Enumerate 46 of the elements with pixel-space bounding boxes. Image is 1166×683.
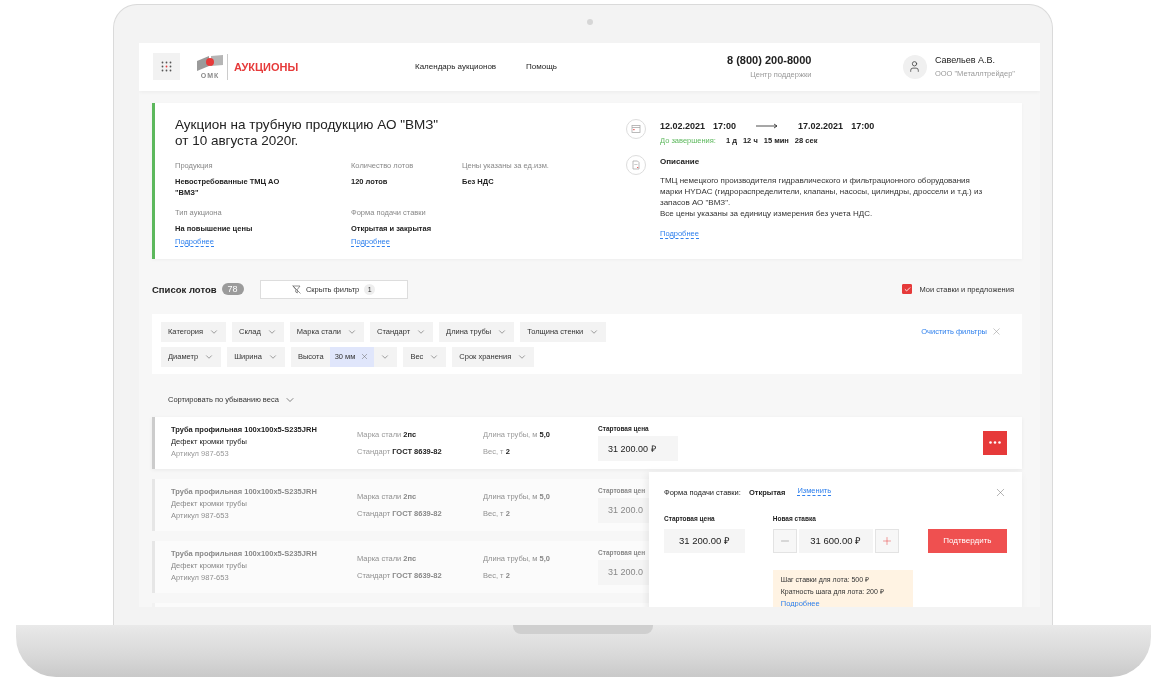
chevron-down-icon [267,352,278,362]
start-price: 31 200.00 ₽ [598,436,678,461]
chevron-down-icon [347,327,357,337]
camera-icon [586,19,593,25]
chevron-down-icon [266,327,277,337]
lots-count: 78 [221,283,244,296]
close-icon [991,326,1002,338]
more-button[interactable] [983,431,1007,455]
increase-button[interactable] [874,529,899,553]
chevron-down-icon [517,352,528,362]
nav-link[interactable]: Помощь [526,62,557,72]
chevron-down-icon [589,327,600,337]
user-icon [908,60,922,74]
new-bid-field[interactable]: 31 600.00 ₽ [798,529,873,553]
end-date: 17.02.2021 [798,121,844,131]
chevron-down-icon [429,352,440,362]
description-title: Описание [660,157,701,166]
menu-icon [161,61,172,73]
arrow-right-icon [756,123,779,129]
end-time: 17:00 [851,121,875,131]
chevron-down-icon [416,327,427,337]
chevron-down-icon [497,327,508,337]
avatar[interactable] [902,55,927,79]
close-icon[interactable] [360,352,370,362]
start-time: 17:00 [713,121,737,131]
auction-title: Аукцион на трубную продукцию АО "ВМЗ" от 10 августа 2020г. [175,117,440,149]
chevron-down-icon [209,327,220,337]
menu-button[interactable] [153,53,180,81]
phone-number: 8 (800) 200-8000 [727,54,812,67]
start-date: 12.02.2021 [660,121,706,131]
close-icon[interactable] [994,486,1007,499]
lots-title: Список лотов [152,284,217,295]
nav-link[interactable]: Календарь аукционов [415,62,497,72]
more-icon [989,441,1001,445]
checkbox[interactable] [902,284,913,295]
logo-icon [195,55,225,72]
start-price: 31 200.00 ₽ [664,529,745,553]
confirm-button[interactable]: Подтвердить [927,529,1007,553]
decrease-button[interactable] [772,529,797,553]
chevron-down-icon [204,352,215,362]
description-text: ТМЦ немецкого производителя гидравлического и фильтрационного оборудования марки HYDAC (гидрораспределители, клапаны, насосы, цилиндры, дроссели и т.д.) из запасов АО "ВМЗ". Все цены указаны за единицу измерения без учета НДС. [660,175,984,219]
filter-off-icon [291,285,301,294]
user-name: Савельев А.В. [934,55,997,66]
chevron-down-icon [380,352,391,362]
plus-icon [880,535,893,547]
app-title: АУКЦИОНЫ [234,61,299,73]
